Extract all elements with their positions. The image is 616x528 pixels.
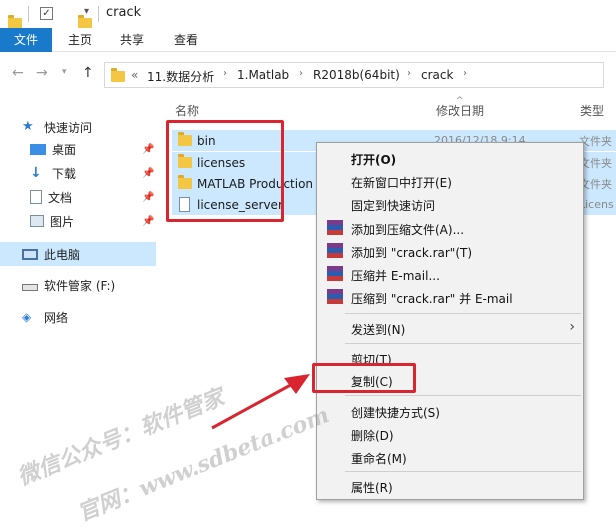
ribbon: 文件 主页 共享 查看 bbox=[0, 28, 616, 52]
menu-item-create-shortcut[interactable]: 创建快捷方式(S) bbox=[317, 400, 583, 422]
pin-icon[interactable]: 📌 bbox=[142, 192, 154, 203]
window-title: crack bbox=[106, 5, 142, 20]
title-bar: ✓ ▾ crack bbox=[0, 0, 616, 29]
breadcrumb-item[interactable]: R2018b(64bit) bbox=[313, 68, 400, 82]
address-bar[interactable]: « 11.数据分析 › 1.Matlab › R2018b(64bit) › c… bbox=[104, 62, 604, 88]
menu-label: 压缩并 E-mail... bbox=[351, 269, 440, 283]
tab-home[interactable]: 主页 bbox=[58, 28, 102, 52]
winrar-icon bbox=[327, 220, 343, 236]
menu-label: 压缩到 "crack.rar" 并 E-mail bbox=[351, 292, 513, 306]
chevron-right-icon[interactable]: › bbox=[299, 68, 303, 79]
recent-locations-icon[interactable]: ▾ bbox=[62, 67, 67, 77]
selection-annotation-box bbox=[166, 120, 284, 222]
computer-icon bbox=[22, 248, 38, 260]
breadcrumb-overflow[interactable]: « bbox=[131, 68, 138, 82]
breadcrumb-item[interactable]: crack bbox=[421, 68, 453, 82]
nav-this-pc[interactable]: 此电脑 bbox=[22, 243, 80, 265]
nav-drive-f[interactable]: 软件管家 (F:) bbox=[22, 274, 115, 296]
menu-label: 添加到压缩文件(A)... bbox=[351, 223, 465, 237]
menu-item-add-crack-rar[interactable]: 添加到 "crack.rar"(T) bbox=[317, 240, 583, 262]
network-icon: ◈ bbox=[22, 310, 32, 324]
properties-quick-icon[interactable]: ✓ bbox=[40, 7, 53, 20]
download-icon: ↓ bbox=[30, 165, 42, 181]
new-folder-quick-icon[interactable] bbox=[78, 14, 92, 29]
folder-icon bbox=[111, 68, 125, 82]
chevron-right-icon[interactable]: › bbox=[407, 68, 411, 79]
menu-label: 打开(O) bbox=[351, 153, 397, 167]
quick-access-dropdown-icon[interactable]: ▾ bbox=[84, 6, 89, 17]
breadcrumb-item[interactable]: 11.数据分析 bbox=[147, 68, 214, 85]
document-icon bbox=[30, 190, 42, 204]
nav-label: 文档 bbox=[48, 190, 73, 205]
back-icon[interactable]: ← bbox=[12, 65, 24, 81]
menu-item-add-archive[interactable]: 添加到压缩文件(A)... bbox=[317, 217, 583, 239]
menu-item-pin-quick-access[interactable]: 固定到快速访问 bbox=[317, 193, 583, 215]
menu-label: 删除(D) bbox=[351, 429, 394, 443]
chevron-right-icon[interactable]: › bbox=[463, 68, 467, 79]
menu-item-compress-email[interactable]: 压缩并 E-mail... bbox=[317, 263, 583, 285]
menu-label: 创建快捷方式(S) bbox=[351, 406, 440, 420]
file-type: Licens bbox=[579, 198, 614, 211]
nav-downloads[interactable]: ↓ 下载 bbox=[30, 162, 76, 184]
divider bbox=[98, 6, 99, 22]
menu-item-compress-crack-email[interactable]: 压缩到 "crack.rar" 并 E-mail bbox=[317, 286, 583, 308]
menu-label: 在新窗口中打开(E) bbox=[351, 176, 452, 190]
menu-separator bbox=[345, 343, 581, 344]
column-name[interactable]: 名称 bbox=[175, 102, 199, 119]
menu-item-delete[interactable]: 删除(D) bbox=[317, 423, 583, 445]
nav-label: 桌面 bbox=[52, 142, 77, 157]
nav-pictures[interactable]: 图片 bbox=[30, 210, 74, 232]
navigation-bar: ← → ▾ ↑ « 11.数据分析 › 1.Matlab › R2018b(64… bbox=[0, 52, 616, 96]
nav-label: 此电脑 bbox=[44, 247, 81, 262]
chevron-right-icon: › bbox=[569, 319, 575, 335]
winrar-icon bbox=[327, 243, 343, 259]
menu-label: 属性(R) bbox=[351, 481, 393, 495]
tab-share[interactable]: 共享 bbox=[110, 28, 154, 52]
winrar-icon bbox=[327, 289, 343, 305]
menu-item-send-to[interactable]: 发送到(N) › bbox=[317, 317, 583, 339]
pin-icon[interactable]: 📌 bbox=[142, 168, 154, 179]
pin-icon[interactable]: 📌 bbox=[142, 144, 154, 155]
column-header-row: ^ 名称 修改日期 类型 bbox=[160, 96, 616, 120]
menu-label: 固定到快速访问 bbox=[351, 199, 436, 213]
tab-view[interactable]: 查看 bbox=[164, 28, 208, 52]
star-icon: ★ bbox=[22, 119, 34, 134]
menu-label: 重命名(M) bbox=[351, 452, 407, 466]
menu-item-properties[interactable]: 属性(R) bbox=[317, 475, 583, 497]
desktop-icon bbox=[30, 143, 46, 155]
menu-separator bbox=[345, 471, 581, 472]
chevron-right-icon[interactable]: › bbox=[223, 68, 227, 79]
menu-item-open[interactable]: 打开(O) bbox=[317, 147, 583, 169]
nav-desktop[interactable]: 桌面 bbox=[30, 138, 76, 160]
nav-label: 下载 bbox=[52, 166, 77, 181]
menu-item-open-new-window[interactable]: 在新窗口中打开(E) bbox=[317, 170, 583, 192]
nav-network[interactable]: ◈ 网络 bbox=[22, 306, 68, 328]
nav-label: 图片 bbox=[50, 214, 75, 229]
picture-icon bbox=[30, 215, 44, 227]
forward-icon[interactable]: → bbox=[36, 65, 48, 81]
copy-annotation-box bbox=[312, 363, 416, 393]
nav-label: 软件管家 (F:) bbox=[44, 278, 116, 293]
column-date[interactable]: 修改日期 bbox=[436, 102, 484, 119]
nav-quick-access[interactable]: ★ 快速访问 bbox=[22, 116, 92, 138]
tab-file[interactable]: 文件 bbox=[0, 28, 52, 52]
pin-icon[interactable]: 📌 bbox=[142, 216, 154, 227]
nav-label: 网络 bbox=[44, 310, 69, 325]
nav-documents[interactable]: 文档 bbox=[30, 186, 72, 208]
menu-separator bbox=[345, 313, 581, 314]
arrow-head bbox=[284, 374, 310, 394]
up-icon[interactable]: ↑ bbox=[82, 65, 94, 81]
winrar-icon bbox=[327, 266, 343, 282]
drive-icon bbox=[22, 283, 38, 291]
context-menu: 打开(O) 在新窗口中打开(E) 固定到快速访问 添加到压缩文件(A)... 添… bbox=[316, 142, 584, 500]
divider bbox=[28, 6, 29, 22]
column-type[interactable]: 类型 bbox=[580, 102, 604, 119]
breadcrumb-item[interactable]: 1.Matlab bbox=[237, 68, 289, 82]
menu-label: 添加到 "crack.rar"(T) bbox=[351, 246, 473, 260]
nav-label: 快速访问 bbox=[44, 120, 93, 135]
menu-item-rename[interactable]: 重命名(M) bbox=[317, 446, 583, 468]
menu-separator bbox=[345, 395, 581, 396]
menu-label: 发送到(N) bbox=[351, 323, 406, 337]
folder-icon bbox=[8, 14, 22, 29]
